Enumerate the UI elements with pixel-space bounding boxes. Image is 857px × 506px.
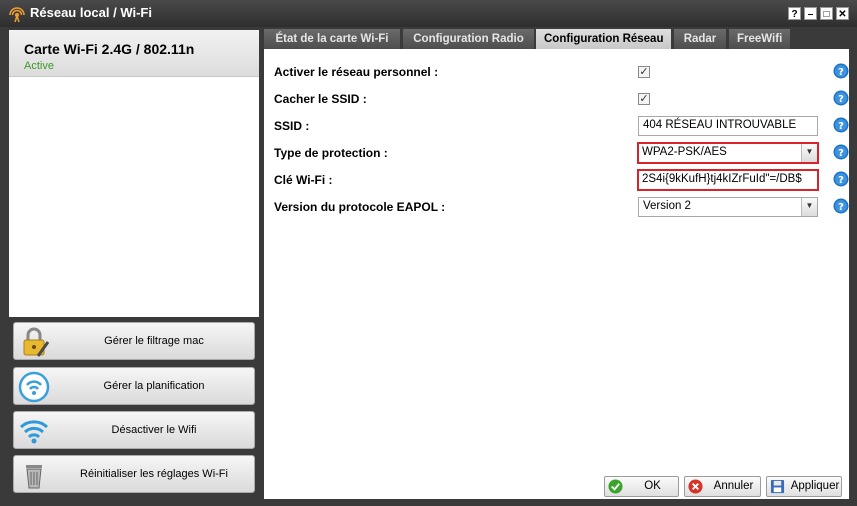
svg-text:?: ?: [838, 67, 844, 78]
svg-text:?: ?: [838, 202, 844, 213]
manage-schedule-button[interactable]: Gérer la planification: [13, 367, 255, 405]
protection-label: Type de protection :: [274, 146, 388, 160]
manage-mac-filter-button[interactable]: Gérer le filtrage mac: [13, 322, 255, 360]
wifi-icon: [19, 420, 49, 444]
chevron-down-icon[interactable]: ▼: [801, 198, 817, 216]
svg-text:?: ?: [838, 121, 844, 132]
ssid-input[interactable]: 404 RÉSEAU INTROUVABLE: [638, 116, 818, 136]
help-icon[interactable]: ?: [833, 117, 849, 133]
svg-text:?: ?: [838, 175, 844, 186]
help-icon[interactable]: ?: [833, 144, 849, 160]
network-config-panel: Activer le réseau personnel : ✓ ? Cacher…: [264, 49, 849, 499]
device-name: Carte Wi-Fi 2.4G / 802.11n: [24, 41, 195, 57]
wifi-key-label: Clé Wi-Fi :: [274, 173, 333, 187]
apply-label: Appliquer: [790, 480, 840, 492]
window-title: Réseau local / Wi-Fi: [30, 5, 152, 20]
device-item[interactable]: Carte Wi-Fi 2.4G / 802.11n Active: [9, 30, 259, 77]
trash-can-icon: [26, 465, 42, 489]
title-bar[interactable]: Réseau local / Wi-Fi ? – □ ✕: [0, 0, 857, 27]
wifi-key-input[interactable]: 2S4i{9kKufH}tj4kIZrFuId"=/DB$: [637, 169, 819, 191]
chevron-down-icon[interactable]: ▼: [801, 144, 817, 162]
cancel-icon: [688, 479, 703, 494]
hide-ssid-label: Cacher le SSID :: [274, 92, 367, 106]
tab-wifi-card-state[interactable]: État de la carte Wi-Fi: [264, 29, 400, 49]
tab-radio-config[interactable]: Configuration Radio: [403, 29, 534, 49]
tab-network-config[interactable]: Configuration Réseau: [536, 29, 671, 49]
row-protection: Type de protection : WPA2-PSK/AES ▼ ?: [274, 142, 849, 164]
apply-button[interactable]: Appliquer: [766, 476, 842, 497]
minimize-button[interactable]: –: [804, 7, 817, 20]
protection-value: WPA2-PSK/AES: [642, 146, 727, 158]
enable-personal-checkbox[interactable]: ✓: [638, 66, 650, 78]
save-icon: [770, 479, 785, 494]
help-icon[interactable]: ?: [833, 171, 849, 187]
maximize-button[interactable]: □: [820, 7, 833, 20]
row-eapol: Version du protocole EAPOL : Version 2 ▼…: [274, 196, 849, 218]
window-controls: ? – □ ✕: [788, 7, 849, 20]
eapol-label: Version du protocole EAPOL :: [274, 200, 446, 214]
reset-wifi-settings-label: Réinitialiser les réglages Wi-Fi: [80, 468, 228, 480]
hide-ssid-checkbox[interactable]: ✓: [638, 93, 650, 105]
row-ssid: SSID : 404 RÉSEAU INTROUVABLE ?: [274, 115, 849, 137]
disable-wifi-label: Désactiver le Wifi: [111, 424, 197, 436]
manage-schedule-label: Gérer la planification: [103, 380, 205, 392]
help-icon[interactable]: ?: [833, 198, 849, 214]
ssid-label: SSID :: [274, 119, 310, 133]
wifi-antenna-icon: [9, 7, 25, 22]
eapol-select[interactable]: Version 2 ▼: [638, 197, 818, 217]
ok-button[interactable]: OK: [604, 476, 679, 497]
manage-mac-filter-label: Gérer le filtrage mac: [104, 335, 204, 347]
padlock-icon: [23, 327, 50, 357]
help-icon[interactable]: ?: [833, 63, 849, 79]
svg-text:?: ?: [838, 94, 844, 105]
help-window-button[interactable]: ?: [788, 7, 801, 20]
wifi-schedule-icon: [18, 371, 50, 403]
tab-radar[interactable]: Radar: [674, 29, 726, 49]
row-wifi-key: Clé Wi-Fi : 2S4i{9kKufH}tj4kIZrFuId"=/DB…: [274, 169, 849, 191]
row-enable-personal: Activer le réseau personnel : ✓ ?: [274, 61, 849, 83]
cancel-label: Annuler: [713, 480, 754, 492]
row-hide-ssid: Cacher le SSID : ✓ ?: [274, 88, 849, 110]
tab-freewifi[interactable]: FreeWifi: [729, 29, 790, 49]
disable-wifi-button[interactable]: Désactiver le Wifi: [13, 411, 255, 449]
device-status: Active: [24, 60, 54, 72]
ok-label: OK: [644, 480, 661, 492]
cancel-button[interactable]: Annuler: [684, 476, 761, 497]
enable-personal-label: Activer le réseau personnel :: [274, 65, 439, 79]
device-list: Carte Wi-Fi 2.4G / 802.11n Active: [9, 30, 259, 317]
check-icon: [608, 479, 623, 494]
svg-text:?: ?: [838, 148, 844, 159]
close-button[interactable]: ✕: [836, 7, 849, 20]
window: Réseau local / Wi-Fi ? – □ ✕ Carte Wi-Fi…: [0, 0, 857, 506]
protection-select[interactable]: WPA2-PSK/AES ▼: [637, 142, 819, 164]
eapol-value: Version 2: [643, 200, 691, 212]
help-icon[interactable]: ?: [833, 90, 849, 106]
reset-wifi-settings-button[interactable]: Réinitialiser les réglages Wi-Fi: [13, 455, 255, 493]
